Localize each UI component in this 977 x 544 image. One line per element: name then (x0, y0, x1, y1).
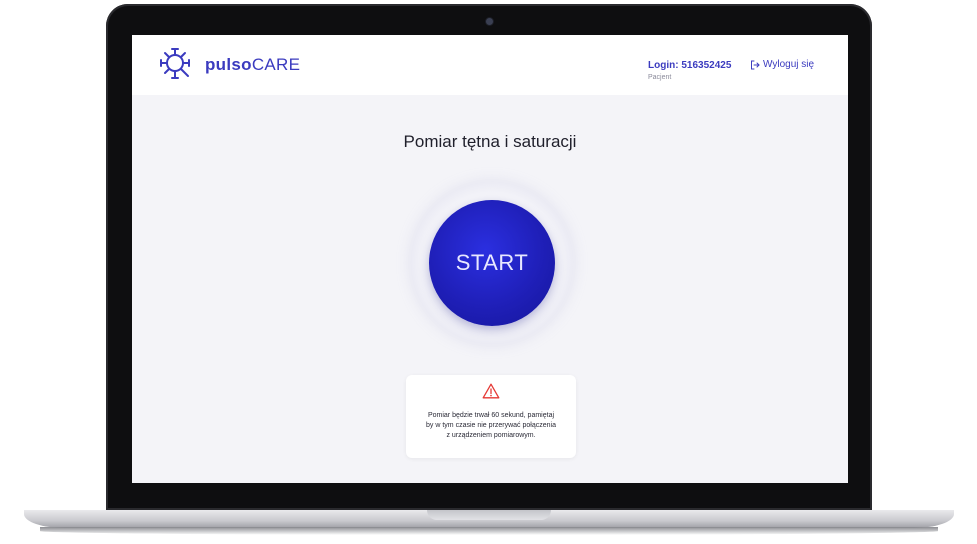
warning-icon (482, 383, 500, 399)
start-button[interactable]: START (429, 200, 555, 326)
logout-icon (751, 60, 760, 69)
app-header: pulsoCARE Login: 516352425 Pacjent Wylog… (132, 35, 848, 95)
notice-line-1: Pomiar będzie trwał 60 sekund, pamiętaj (427, 412, 555, 419)
notice-text: Pomiar będzie trwał 60 sekund, pamiętaj … (410, 411, 572, 441)
brand-bold: pulso (205, 55, 252, 74)
notice-card: Pomiar będzie trwał 60 sekund, pamiętaj … (406, 375, 576, 458)
notice-line-3: z urządzeniem pomiarowym. (446, 432, 536, 439)
camera (486, 18, 493, 25)
laptop-notch (427, 510, 551, 520)
virus-magnifier-icon (160, 48, 190, 79)
screen: pulsoCARE Login: 516352425 Pacjent Wylog… (132, 35, 848, 483)
login-id: Login: 516352425 (648, 60, 732, 71)
brand-name: pulsoCARE (205, 55, 300, 75)
logout-button[interactable]: Wyloguj się (750, 59, 814, 70)
page-title: Pomiar tętna i saturacji (403, 132, 577, 151)
brand-light: CARE (251, 55, 301, 74)
logout-label: Wyloguj się (763, 59, 815, 70)
laptop-shadow (40, 527, 938, 535)
user-role: Pacjent (648, 74, 672, 81)
notice-line-2: by w tym czasie nie przerywać połączenia (426, 422, 556, 429)
laptop-lid: pulsoCARE Login: 516352425 Pacjent Wylog… (106, 4, 872, 510)
